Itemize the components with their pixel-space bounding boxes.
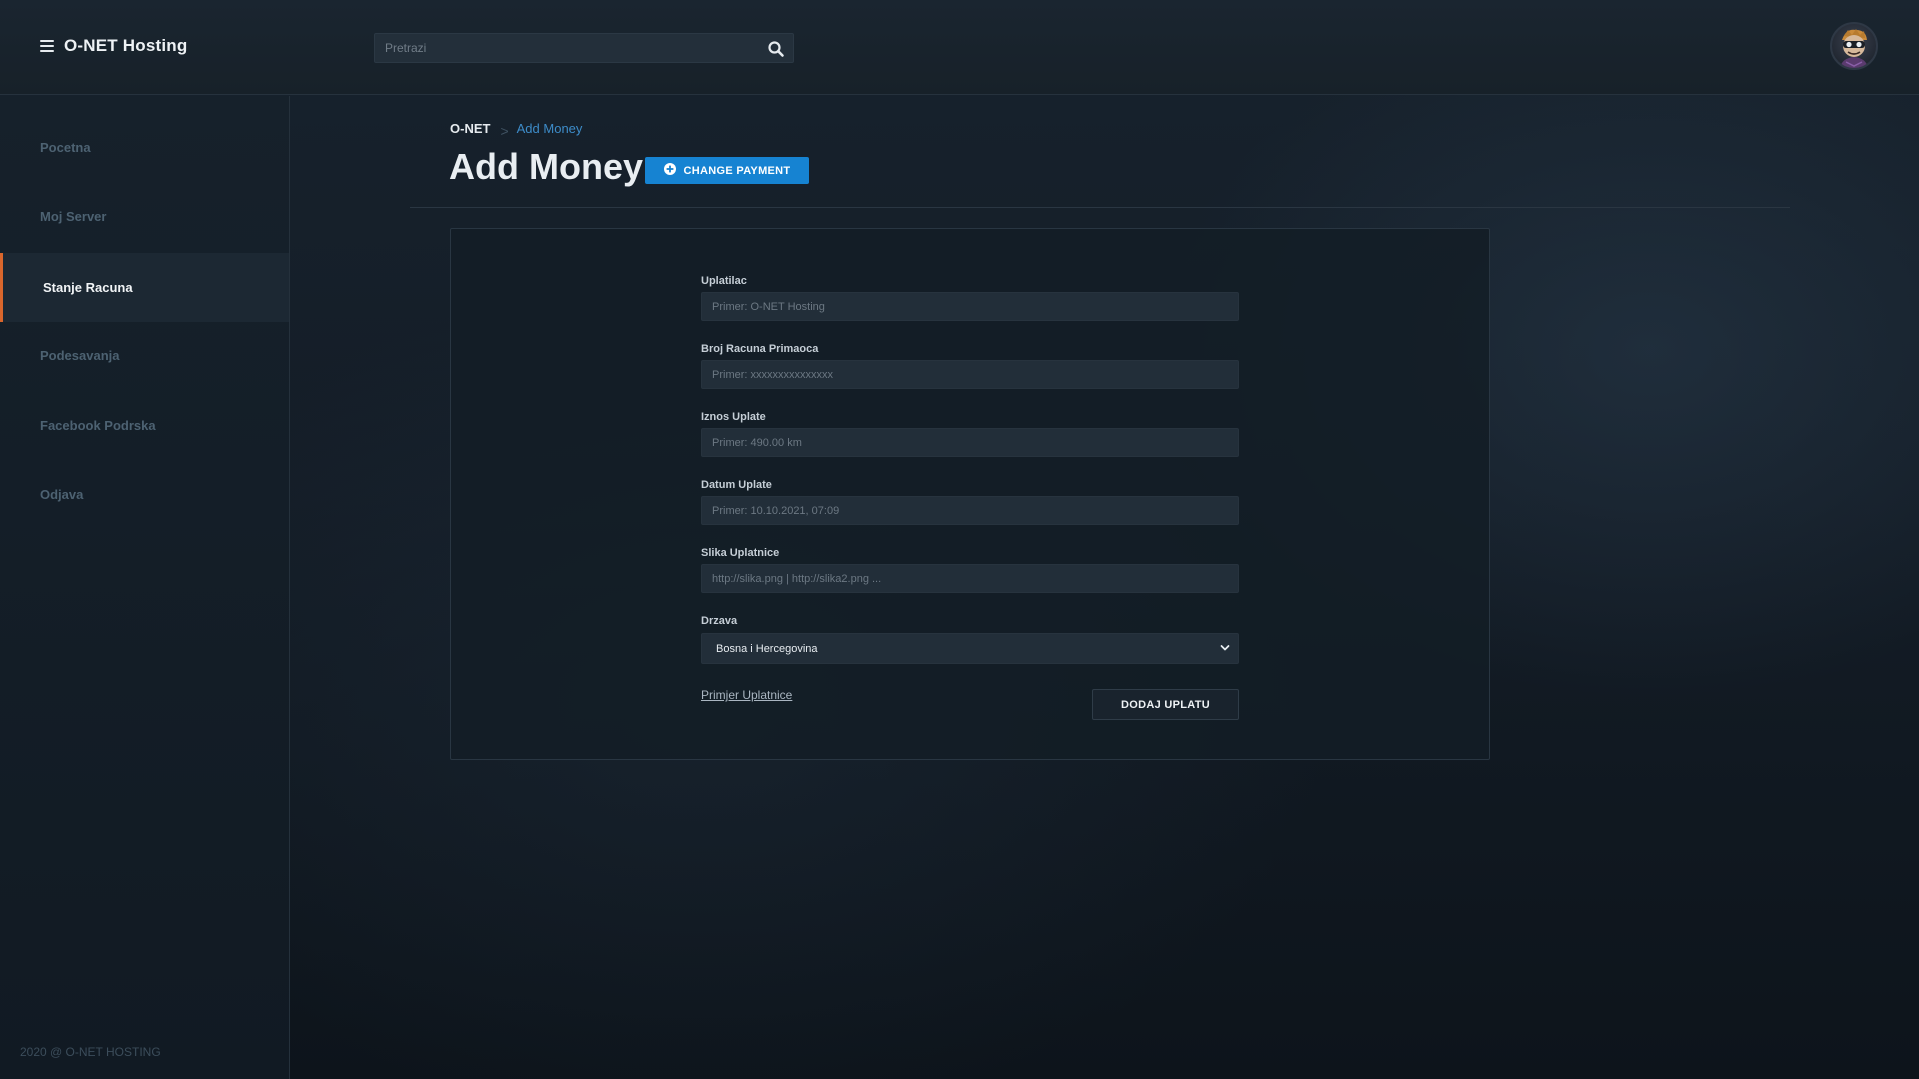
sidebar-item-label: Stanje Racuna <box>43 280 133 295</box>
top-bar: O-NET Hosting <box>0 0 1919 95</box>
receipt-image-input[interactable] <box>701 564 1239 593</box>
brand-title: O-NET Hosting <box>64 36 188 55</box>
amount-input[interactable] <box>701 428 1239 457</box>
sidebar: Pocetna Moj Server Stanje Racuna Podesav… <box>0 96 290 1079</box>
page-title: Add Money <box>449 146 643 187</box>
change-payment-label: CHANGE PAYMENT <box>683 164 791 177</box>
search-box <box>374 33 794 63</box>
sidebar-item-moj-server[interactable]: Moj Server <box>0 182 289 251</box>
sidebar-footer: 2020 @ O-NET HOSTING <box>20 1045 161 1059</box>
payment-date-input[interactable] <box>701 496 1239 525</box>
country-select[interactable]: Bosna i Hercegovina <box>701 633 1239 664</box>
sidebar-item-pocetna[interactable]: Pocetna <box>0 113 289 182</box>
change-payment-button[interactable]: CHANGE PAYMENT <box>645 157 809 184</box>
country-selected-value: Bosna i Hercegovina <box>716 642 818 655</box>
sidebar-item-stanje-racuna[interactable]: Stanje Racuna <box>0 253 289 322</box>
sidebar-item-podesavanja[interactable]: Podesavanja <box>0 321 289 390</box>
amount-label: Iznos Uplate <box>701 411 766 423</box>
breadcrumb-current[interactable]: Add Money <box>517 121 583 136</box>
sidebar-item-label: Moj Server <box>40 209 107 224</box>
payment-date-label: Datum Uplate <box>701 479 772 491</box>
header-divider <box>410 207 1790 208</box>
breadcrumb-separator: > <box>500 123 509 139</box>
user-avatar[interactable] <box>1830 22 1878 70</box>
search-input[interactable] <box>375 34 793 62</box>
breadcrumb: O-NET > Add Money <box>450 120 583 140</box>
payer-label: Uplatilac <box>701 275 747 287</box>
search-icon[interactable] <box>767 40 785 58</box>
brand: O-NET Hosting <box>40 36 187 56</box>
account-number-label: Broj Racuna Primaoca <box>701 343 819 355</box>
example-receipt-link[interactable]: Primjer Uplatnice <box>701 688 792 702</box>
hamburger-menu-icon[interactable] <box>40 40 54 52</box>
receipt-image-label: Slika Uplatnice <box>701 547 780 559</box>
chevron-down-icon <box>1220 643 1230 655</box>
add-payment-button[interactable]: DODAJ UPLATU <box>1092 689 1239 720</box>
payer-input[interactable] <box>701 292 1239 321</box>
plus-circle-icon <box>663 163 676 178</box>
breadcrumb-root[interactable]: O-NET <box>450 121 490 136</box>
sidebar-item-label: Odjava <box>40 487 84 502</box>
add-payment-label: DODAJ UPLATU <box>1121 698 1210 711</box>
sidebar-item-label: Facebook Podrska <box>40 418 156 433</box>
sidebar-item-label: Podesavanja <box>40 348 120 363</box>
country-label: Drzava <box>701 615 738 627</box>
sidebar-item-odjava[interactable]: Odjava <box>0 460 289 529</box>
sidebar-item-facebook-podrska[interactable]: Facebook Podrska <box>0 391 289 460</box>
sidebar-item-label: Pocetna <box>40 140 91 155</box>
account-number-input[interactable] <box>701 360 1239 389</box>
